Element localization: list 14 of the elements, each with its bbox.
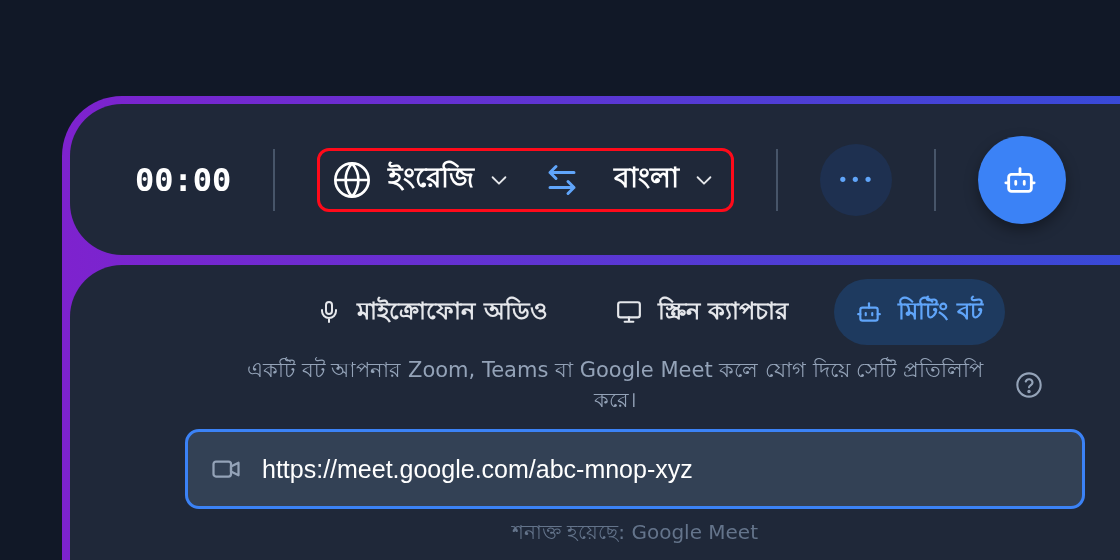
more-button[interactable]: ••• [820,143,893,216]
globe-icon [332,159,373,200]
help-icon[interactable] [1015,371,1043,399]
meeting-link-field[interactable]: https://meet.google.com/abc-mnop-xyz [185,429,1085,509]
robot-icon [856,299,883,325]
source-tab[interactable]: মাইক্রোফোন অডিও [295,279,570,345]
timer: 00:00 [135,160,232,199]
source-tab[interactable]: মিটিং বট [834,279,1005,345]
monitor-icon [615,299,642,325]
source-language-dropdown[interactable]: ইংরেজি [384,156,515,203]
description-text: একটি বট আপনার Zoom, Teams বা Google Meet কলে যোগ দিয়ে সেটি প্রতিলিপি করে। [246,356,985,414]
source-tab[interactable]: স্ক্রিন ক্যাপচার [593,279,811,345]
target-language-dropdown[interactable]: বাংলা [610,156,720,203]
detected-platform-text: শনাক্ত হয়েছে: Google Meet [511,519,758,546]
